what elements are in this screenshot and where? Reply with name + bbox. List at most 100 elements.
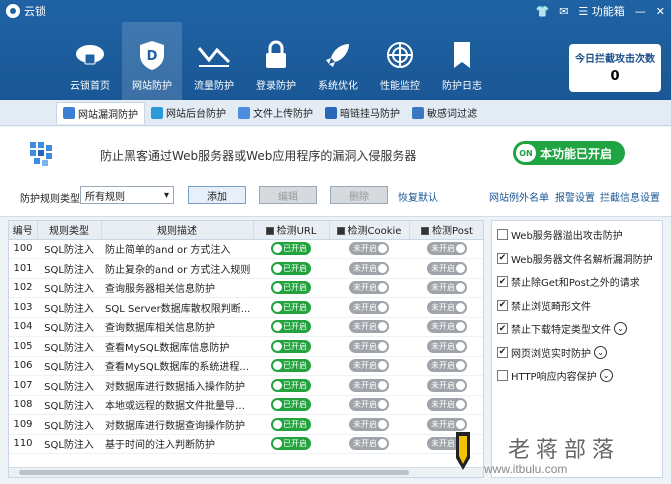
col-post[interactable]: 检测Post [409,221,483,240]
minimize-icon[interactable]: — [635,5,646,18]
detect-cookie-toggle[interactable]: 未开启 [349,281,389,295]
expand-chevron-icon[interactable]: ⌄ [594,345,607,359]
detect-url-toggle[interactable]: 已开启 [271,417,311,431]
col-type[interactable]: 规则类型 [37,221,102,240]
detect-post-toggle[interactable]: 未开启 [427,242,467,256]
checkbox-icon[interactable] [265,227,274,236]
detect-post-toggle[interactable]: 未开启 [427,281,467,295]
detect-url-toggle[interactable]: 已开启 [271,300,311,314]
rocket-icon [320,39,356,71]
nav-item-0[interactable]: 云锁首页 [60,22,120,100]
detect-url-toggle[interactable]: 已开启 [271,320,311,334]
subtab-icon [238,106,250,119]
option-checkbox[interactable]: ✔ [497,276,508,288]
checkbox-icon[interactable] [336,227,345,236]
detect-cookie-toggle[interactable]: 未开启 [349,242,389,256]
horizontal-scrollbar[interactable] [9,467,483,477]
table-row[interactable]: 101 SQL防注入 防止复杂的and or 方式注入规则 已开启 未开启 未开启 [9,258,483,279]
detect-cookie-toggle[interactable]: 未开启 [349,359,389,373]
nav-item-1[interactable]: D 网站防护 [122,22,182,100]
scroll-thumb[interactable] [19,470,409,475]
table-row[interactable]: 107 SQL防注入 对数据库进行数据插入操作防护 已开启 未开启 未开启 [9,375,483,396]
detect-url-toggle[interactable]: 已开启 [271,378,311,392]
subtab-3[interactable]: 暗链挂马防护 [319,102,406,124]
detect-cookie-toggle[interactable]: 未开启 [349,378,389,392]
func-box-button[interactable]: ☰ 功能箱 [578,3,624,19]
detect-post-toggle[interactable]: 未开启 [427,378,467,392]
edit-button[interactable]: 编辑 [259,186,317,204]
detect-url-toggle[interactable]: 已开启 [271,281,311,295]
checkbox-icon[interactable] [421,227,430,236]
detect-post-toggle[interactable]: 未开启 [427,359,467,373]
rule-type-select[interactable]: 所有规则 ▾ [80,186,174,204]
table-row[interactable]: 104 SQL防注入 查询数据库相关信息防护 已开启 未开启 未开启 [9,317,483,337]
toggle-cell: 未开启 [329,239,409,259]
detect-cookie-toggle[interactable]: 未开启 [349,437,389,451]
detect-cookie-toggle[interactable]: 未开启 [349,417,389,431]
detect-url-toggle[interactable]: 已开启 [271,261,311,275]
table-row[interactable]: 108 SQL防注入 本地或远程的数据文件批量导入... 已开启 未开启 未开启 [9,395,483,415]
add-button[interactable]: 添加 [188,186,246,204]
table-cell: 100 [9,239,37,259]
table-cell: SQL防注入 [37,278,101,298]
table-row[interactable]: 105 SQL防注入 查看MySQL数据库信息防护 已开启 未开启 未开启 [9,336,483,357]
detect-cookie-toggle[interactable]: 未开启 [349,320,389,334]
table-cell: 查看MySQL数据库信息防护 [101,336,253,357]
nav-item-3[interactable]: 登录防护 [246,22,306,100]
detect-cookie-toggle[interactable]: 未开启 [349,339,389,353]
feature-status-toggle[interactable]: ON 本功能已开启 [513,141,625,165]
table-row[interactable]: 110 SQL防注入 基于时间的注入判断防护 已开启 未开启 未开启 [9,434,483,454]
subtab-0[interactable]: 网站漏洞防护 [56,101,145,124]
table-row[interactable]: 109 SQL防注入 对数据库进行数据查询操作防护 已开启 未开启 未开启 [9,414,483,435]
nav-item-2[interactable]: 流量防护 [184,22,244,100]
detect-post-toggle[interactable]: 未开启 [427,320,467,334]
nav-item-6[interactable]: 防护日志 [432,22,492,100]
col-url[interactable]: 检测URL [253,221,330,240]
detect-post-toggle[interactable]: 未开启 [427,398,467,412]
exceptions-link[interactable]: 网站例外名单 [489,189,549,204]
option-checkbox[interactable]: ✔ [497,323,508,335]
detect-url-toggle[interactable]: 已开启 [271,437,311,451]
detect-post-toggle[interactable]: 未开启 [427,300,467,314]
detect-url-toggle[interactable]: 已开启 [271,359,311,373]
option-label: 禁止除Get和Post之外的请求 [511,278,640,290]
block-info-link[interactable]: 拦截信息设置 [600,189,660,204]
detect-url-toggle[interactable]: 已开启 [271,339,311,353]
option-checkbox[interactable]: ✔ [497,299,508,311]
detect-url-toggle[interactable]: 已开启 [271,242,311,256]
option-checkbox[interactable]: ✔ [497,346,508,358]
detect-cookie-toggle[interactable]: 未开启 [349,398,389,412]
option-checkbox[interactable] [497,370,508,382]
table-cell: SQL防注入 [37,258,101,279]
table-row[interactable]: 103 SQL防注入 SQL Server数据库散权限判断... 已开启 未开启 未开启 [9,297,483,318]
close-icon[interactable]: ✕ [656,5,665,18]
table-cell: 102 [9,278,37,298]
table-row[interactable]: 100 SQL防注入 防止简单的and or 方式注入 已开启 未开启 未开启 [9,239,483,259]
option-checkbox[interactable]: ✔ [497,252,508,264]
subtab-1[interactable]: 网站后台防护 [145,102,232,124]
alert-settings-link[interactable]: 报警设置 [555,189,595,204]
nav-item-4[interactable]: 系统优化 [308,22,368,100]
col-id[interactable]: 编号 [9,221,38,240]
expand-chevron-icon[interactable]: ⌄ [614,322,627,336]
message-icon[interactable]: ✉ [559,5,568,18]
detect-cookie-toggle[interactable]: 未开启 [349,300,389,314]
nav-item-5[interactable]: 性能监控 [370,22,430,100]
watermark-url: www.itbulu.com [484,462,568,476]
detect-post-toggle[interactable]: 未开启 [427,261,467,275]
detect-cookie-toggle[interactable]: 未开启 [349,261,389,275]
detect-url-toggle[interactable]: 已开启 [271,398,311,412]
col-cookie[interactable]: 检测Cookie [329,221,410,240]
subtab-2[interactable]: 文件上传防护 [232,102,319,124]
table-row[interactable]: 102 SQL防注入 查询服务器相关信息防护 已开启 未开启 未开启 [9,278,483,298]
table-row[interactable]: 106 SQL防注入 查看MySQL数据库的系统进程... 已开启 未开启 未开启 [9,356,483,376]
expand-chevron-icon[interactable]: ⌄ [599,369,613,383]
col-desc[interactable]: 规则描述 [101,221,254,240]
detect-post-toggle[interactable]: 未开启 [427,339,467,353]
delete-button[interactable]: 删除 [330,186,388,204]
nav-item-label: 云锁首页 [70,81,110,92]
option-checkbox[interactable] [497,229,508,241]
subtab-4[interactable]: 敏感词过滤 [406,102,483,124]
restore-default-link[interactable]: 恢复默认 [398,189,438,204]
shirt-icon[interactable]: 👕 [536,5,550,18]
